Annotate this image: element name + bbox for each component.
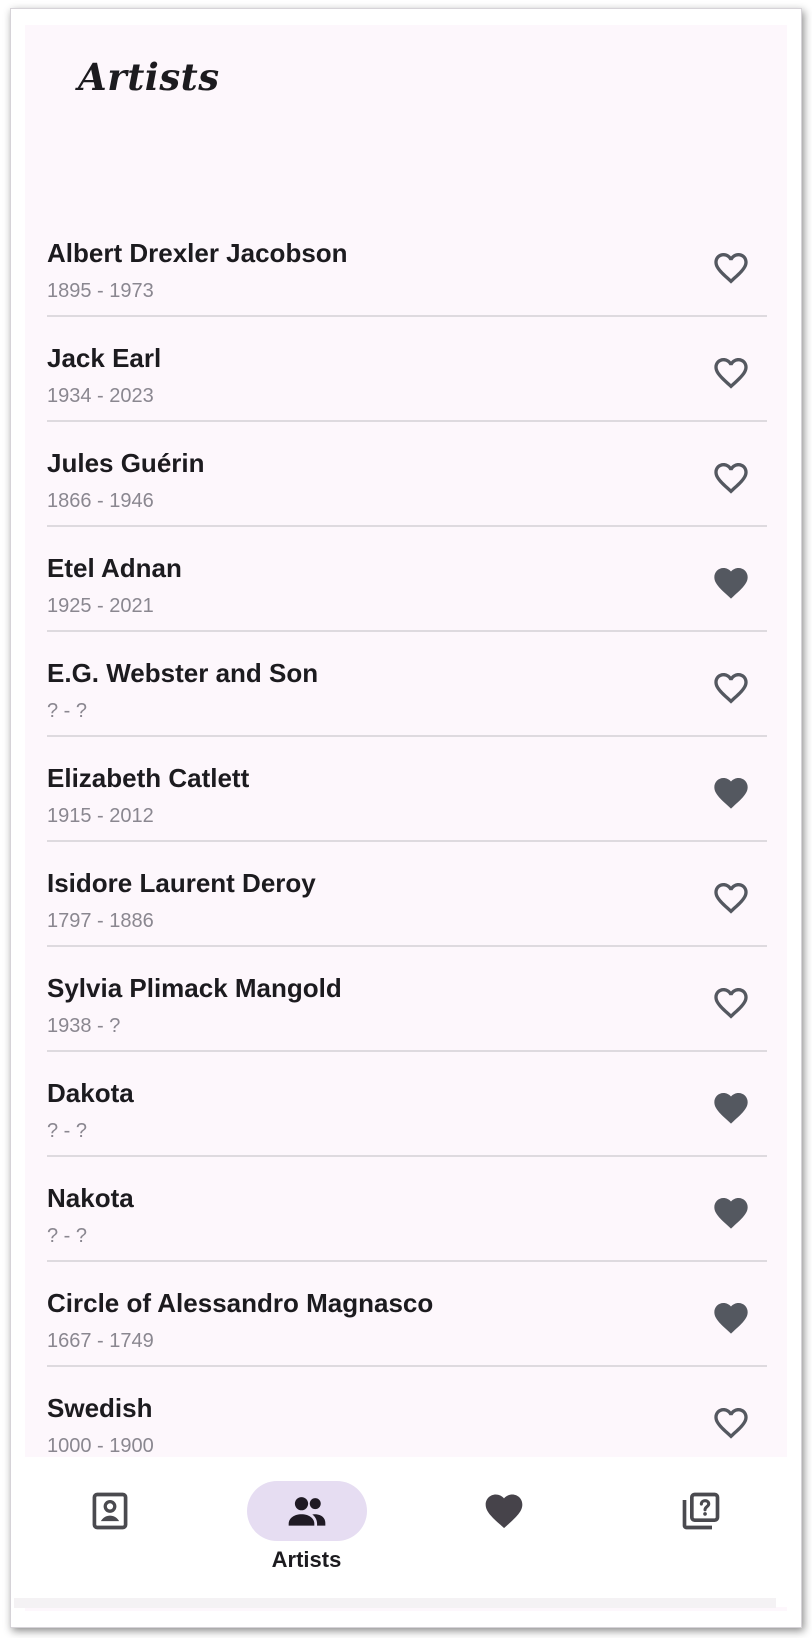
artist-name: E.G. Webster and Son (47, 658, 319, 688)
artist-name: Jules Guérin (47, 448, 205, 478)
artist-name: Dakota (47, 1078, 134, 1108)
artist-name: Nakota (47, 1183, 134, 1213)
favorite-button[interactable] (709, 561, 753, 605)
favorite-button[interactable] (709, 1086, 753, 1130)
nav-artists-tab[interactable]: Artists (208, 1457, 405, 1607)
artist-row[interactable]: Dakota ? - ? (47, 1052, 767, 1157)
nav-quiz-indicator (641, 1481, 761, 1541)
quiz-question-icon (682, 1492, 719, 1530)
artist-row[interactable]: Isidore Laurent Deroy 1797 - 1886 (47, 842, 767, 947)
artist-name: Swedish (47, 1393, 153, 1423)
artist-name: Isidore Laurent Deroy (47, 868, 316, 898)
artist-row[interactable]: Jack Earl 1934 - 2023 (47, 317, 767, 422)
heart-outline-icon (714, 988, 748, 1019)
favorite-button[interactable] (709, 666, 753, 710)
artist-dates: 1895 - 1973 (47, 280, 154, 302)
artist-row[interactable]: Albert Drexler Jacobson 1895 - 1973 (47, 212, 767, 317)
nav-artists-label: Artists (271, 1547, 342, 1572)
bottom-navigation: Artists (11, 1457, 801, 1607)
artist-dates: 1667 - 1749 (47, 1330, 154, 1352)
heart-outline-icon (714, 253, 748, 284)
heart-outline-icon (714, 673, 748, 704)
heart-outline-icon (714, 358, 748, 389)
favorite-button[interactable] (709, 771, 753, 815)
heart-filled-icon (714, 1198, 748, 1229)
artist-dates: ? - ? (47, 700, 88, 722)
artist-dates: 1000 - 1900 (47, 1435, 154, 1457)
heart-outline-icon (714, 1408, 748, 1439)
heart-filled-icon (714, 1093, 748, 1124)
artist-row[interactable]: Elizabeth Catlett 1915 - 2012 (47, 737, 767, 842)
heart-outline-icon (714, 463, 748, 494)
artist-row[interactable]: Sylvia Plimack Mangold 1938 - ? (47, 947, 767, 1052)
heart-filled-icon (714, 778, 748, 809)
favorite-button[interactable] (709, 1296, 753, 1340)
nav-favorites-tab[interactable] (405, 1457, 602, 1607)
artists-screen: Artists Albert Drexler Jacobson 1895 - 1… (25, 25, 787, 1611)
artist-dates: 1938 - ? (47, 1015, 121, 1037)
artist-name: Etel Adnan (47, 553, 182, 583)
artist-row[interactable]: Etel Adnan 1925 - 2021 (47, 527, 767, 632)
artist-row[interactable]: Circle of Alessandro Magnasco 1667 - 174… (47, 1262, 767, 1367)
phone-frame: Artists Albert Drexler Jacobson 1895 - 1… (10, 8, 802, 1628)
heart-filled-icon (714, 568, 748, 599)
favorite-button[interactable] (709, 1191, 753, 1235)
artist-dates: 1797 - 1886 (47, 910, 154, 932)
people-icon (288, 1497, 325, 1526)
artist-row[interactable]: Jules Guérin 1866 - 1946 (47, 422, 767, 527)
heart-filled-icon (485, 1494, 522, 1529)
artist-name: Albert Drexler Jacobson (47, 238, 348, 268)
artist-dates: 1915 - 2012 (47, 805, 154, 827)
favorite-button[interactable] (709, 351, 753, 395)
artist-row[interactable]: Nakota ? - ? (47, 1157, 767, 1262)
artist-dates: ? - ? (47, 1120, 88, 1142)
artist-name: Jack Earl (47, 343, 162, 373)
artist-name: Circle of Alessandro Magnasco (47, 1288, 434, 1318)
page-title: Artists (78, 55, 220, 99)
nav-artists-indicator (246, 1481, 367, 1541)
artwork-frame-icon (92, 1492, 127, 1530)
artist-dates: 1866 - 1946 (47, 490, 154, 512)
favorite-button[interactable] (709, 876, 753, 920)
artist-dates: ? - ? (47, 1225, 88, 1247)
artist-name: Sylvia Plimack Mangold (47, 973, 342, 1003)
favorite-button[interactable] (709, 246, 753, 290)
favorite-button[interactable] (709, 981, 753, 1025)
artist-dates: 1934 - 2023 (47, 385, 154, 407)
favorite-button[interactable] (709, 456, 753, 500)
favorite-button[interactable] (709, 1401, 753, 1445)
heart-outline-icon (714, 883, 748, 914)
artist-list[interactable]: Albert Drexler Jacobson 1895 - 1973 Jack… (47, 212, 767, 1482)
nav-artworks-indicator (50, 1481, 170, 1541)
nav-artworks-tab[interactable] (11, 1457, 208, 1607)
artist-name: Elizabeth Catlett (47, 763, 250, 793)
artist-row[interactable]: E.G. Webster and Son ? - ? (47, 632, 767, 737)
heart-filled-icon (714, 1303, 748, 1334)
gesture-bar-area (14, 1598, 776, 1608)
nav-favorites-indicator (444, 1481, 564, 1541)
nav-quiz-tab[interactable] (602, 1457, 799, 1607)
artist-dates: 1925 - 2021 (47, 595, 154, 617)
